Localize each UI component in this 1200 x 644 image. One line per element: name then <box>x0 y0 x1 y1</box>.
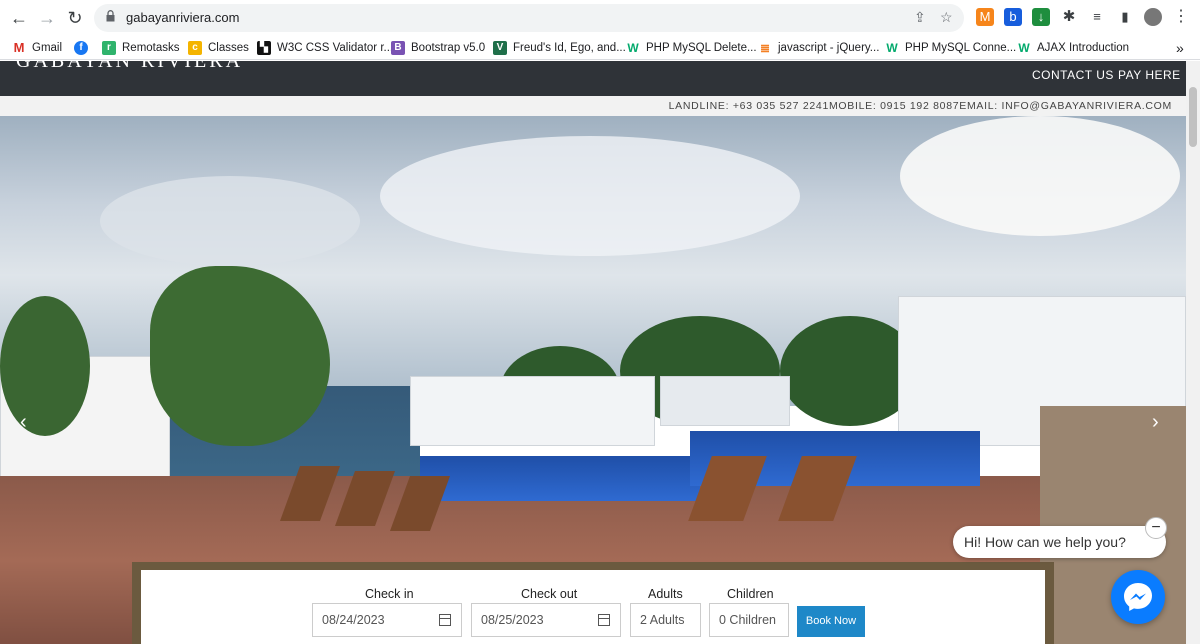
verywell-icon: V <box>493 41 507 55</box>
profile-avatar[interactable] <box>1144 8 1162 26</box>
facebook-icon: f <box>74 41 88 55</box>
bookmarks-bar: M Gmail f r Remotasks c Classes ▚ W3C CSS Va… <box>0 36 1200 60</box>
chat-close-button[interactable]: − <box>1145 517 1167 539</box>
booking-form-frame: Check in 08/24/2023 Check out 08/25/2023… <box>132 562 1054 644</box>
address-bar[interactable]: gabayanriviera.com ⇪ ☆ <box>94 4 964 32</box>
bookmark-label: AJAX Introduction <box>1037 42 1130 54</box>
bookmark-label: javascript - jQuery... <box>778 42 880 54</box>
stackoverflow-icon: ≣ <box>759 41 771 55</box>
w3schools-icon: W <box>627 41 639 55</box>
bookmark-star-icon[interactable]: ☆ <box>940 9 953 26</box>
menu-icon[interactable]: ⋮ <box>1172 8 1190 26</box>
w3schools-icon: W <box>886 41 898 55</box>
book-now-button[interactable]: Book Now <box>797 606 865 637</box>
bookmark-label: Classes <box>208 42 249 54</box>
adults-label: Adults <box>648 587 683 601</box>
chat-greeting-bubble[interactable]: Hi! How can we help you? <box>953 526 1166 558</box>
checkin-input[interactable]: 08/24/2023 <box>312 603 462 637</box>
nav-pay-here[interactable]: PAY HERE <box>1118 68 1181 82</box>
nav-contact-us[interactable]: CONTACT US <box>1032 68 1114 82</box>
checkout-label: Check out <box>521 587 578 601</box>
reload-icon[interactable]: ↻ <box>64 7 86 29</box>
bookmark-label: Gmail <box>32 42 63 54</box>
side-panel-icon[interactable]: ▮ <box>1116 8 1134 26</box>
cloud <box>100 176 360 266</box>
calendar-icon[interactable] <box>598 614 610 626</box>
back-icon[interactable]: ← <box>8 7 30 29</box>
page-scrollbar[interactable] <box>1186 61 1200 644</box>
carousel-next-icon[interactable]: › <box>1152 411 1159 434</box>
remotasks-icon: r <box>102 41 116 55</box>
pavilion-building <box>410 376 655 446</box>
calendar-icon[interactable] <box>439 614 451 626</box>
browser-toolbar: ← → ↻ gabayanriviera.com ⇪ ☆ M b ↓ ✱ ≡ ▮… <box>0 0 1200 36</box>
bookmark-label: Freud's Id, Ego, and... <box>513 42 626 54</box>
children-label: Children <box>727 587 774 601</box>
site-header: GABAYAN RIVIERA CONTACT US PAY HERE <box>0 61 1186 96</box>
checkin-label: Check in <box>365 587 414 601</box>
bookmark-remotasks[interactable]: r Remotasks <box>102 40 180 56</box>
classroom-icon: c <box>188 41 202 55</box>
bookmark-label: PHP MySQL Conne... <box>905 42 1017 54</box>
bootstrap-icon: B <box>391 41 405 55</box>
bitwarden-icon[interactable]: b <box>1004 8 1022 26</box>
scrollbar-thumb[interactable] <box>1189 87 1197 147</box>
pool <box>420 456 700 501</box>
messenger-icon <box>1124 583 1152 611</box>
bookmark-php-delete[interactable]: W PHP MySQL Delete... <box>626 40 757 56</box>
bookmark-label: Remotasks <box>122 42 180 54</box>
checkout-value: 08/25/2023 <box>481 613 544 627</box>
bookmark-gmail[interactable]: M Gmail <box>12 40 62 56</box>
more-bookmarks-button[interactable]: » <box>1176 40 1184 56</box>
bookmark-jquery[interactable]: ≣ javascript - jQuery... <box>758 40 879 56</box>
bookmark-label: W3C CSS Validator r... <box>277 42 394 54</box>
metamask-icon[interactable]: M <box>976 8 994 26</box>
checkout-input[interactable]: 08/25/2023 <box>471 603 621 637</box>
carousel-prev-icon[interactable]: ‹ <box>20 411 27 434</box>
w3c-icon: ▚ <box>257 41 271 55</box>
booking-form: Check in 08/24/2023 Check out 08/25/2023… <box>141 570 1045 644</box>
bookmark-facebook[interactable]: f <box>74 40 94 56</box>
forward-icon[interactable]: → <box>36 7 58 29</box>
media-icon[interactable]: ≡ <box>1088 8 1106 26</box>
cloud <box>900 116 1180 236</box>
w3schools-icon: W <box>1018 41 1030 55</box>
adults-select[interactable]: 2 Adults <box>630 603 701 637</box>
bookmark-bootstrap[interactable]: B Bootstrap v5.0 <box>391 40 485 56</box>
bookmark-label: PHP MySQL Delete... <box>646 42 757 54</box>
gmail-icon: M <box>13 40 25 55</box>
bookmark-w3c[interactable]: ▚ W3C CSS Validator r... <box>257 40 393 56</box>
bookmark-verywell[interactable]: V Freud's Id, Ego, and... <box>493 40 626 56</box>
lock-icon <box>106 10 115 22</box>
cabana-building <box>660 376 790 426</box>
cloud <box>380 136 800 256</box>
bookmark-php-connect[interactable]: W PHP MySQL Conne... <box>885 40 1016 56</box>
share-icon[interactable]: ⇪ <box>914 9 926 26</box>
checkin-value: 08/24/2023 <box>322 613 385 627</box>
extensions-icon[interactable]: ✱ <box>1060 8 1078 26</box>
children-select[interactable]: 0 Children <box>709 603 789 637</box>
site-logo[interactable]: GABAYAN RIVIERA <box>16 61 243 73</box>
contact-info-bar: LANDLINE: +63 035 527 2241MOBILE: 0915 1… <box>0 96 1186 116</box>
bookmark-classes[interactable]: c Classes <box>188 40 249 56</box>
messenger-chat-button[interactable] <box>1111 570 1165 624</box>
download-extension-icon[interactable]: ↓ <box>1032 8 1050 26</box>
bookmark-label: Bootstrap v5.0 <box>411 42 486 54</box>
url-text: gabayanriviera.com <box>126 10 240 25</box>
bookmark-ajax[interactable]: W AJAX Introduction <box>1017 40 1129 56</box>
palm-tree <box>0 296 90 436</box>
